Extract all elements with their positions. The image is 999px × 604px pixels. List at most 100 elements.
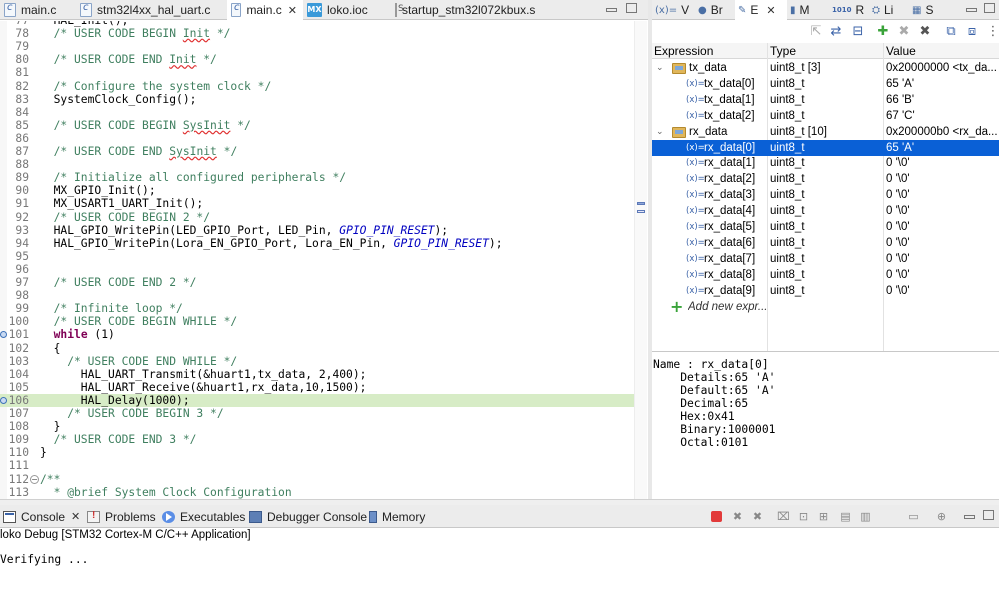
code-line[interactable]: 95	[0, 250, 634, 263]
overview-marker[interactable]	[637, 210, 645, 213]
column-value[interactable]: Value	[886, 43, 916, 59]
expression-value[interactable]: 0 '\0'	[886, 171, 998, 187]
display-console-icon[interactable]: ▭	[907, 510, 920, 523]
expression-child-row[interactable]: (x)= rx_data[6] uint8_t 0 '\0'	[652, 235, 999, 251]
export-icon[interactable]: ⧈	[965, 25, 979, 39]
scroll-lock-icon[interactable]: ⊡	[797, 510, 810, 523]
code-line[interactable]: 80 /* USER CODE END Init */	[0, 53, 634, 66]
add-expression-row[interactable]: + Add new expr...	[652, 298, 999, 315]
expression-child-row[interactable]: (x)= rx_data[5] uint8_t 0 '\0'	[652, 219, 999, 235]
console-tab[interactable]: Memory	[369, 505, 425, 528]
expression-child-row[interactable]: (x)= tx_data[2] uint8_t 67 'C'	[652, 108, 999, 124]
code-line[interactable]: 112−/**	[0, 473, 634, 486]
view-tab[interactable]: ⛭ Li	[869, 0, 909, 20]
code-line[interactable]: 96	[0, 263, 634, 276]
expression-value[interactable]: 67 'C'	[886, 108, 998, 124]
maximize-console-button[interactable]	[983, 510, 994, 520]
code-line[interactable]: 91 MX_USART1_UART_Init();	[0, 197, 634, 210]
collapse-icon[interactable]: ⇱	[809, 25, 823, 39]
expression-value[interactable]: 0 '\0'	[886, 155, 998, 171]
code-line[interactable]: 83 SystemClock_Config();	[0, 93, 634, 106]
expression-child-row[interactable]: (x)= rx_data[7] uint8_t 0 '\0'	[652, 251, 999, 267]
editor-tab[interactable]: startup_stm32l072kbux.s	[391, 0, 541, 20]
code-line[interactable]: 90 MX_GPIO_Init();	[0, 184, 634, 197]
minimize-editor-button[interactable]	[606, 8, 617, 12]
collapse-all-icon[interactable]: ⊟	[851, 25, 865, 39]
editor-tab[interactable]: main.c	[0, 0, 76, 20]
view-tab[interactable]: ▮ M	[787, 0, 829, 20]
close-icon[interactable]: ✕	[71, 510, 80, 523]
console-tab[interactable]: Console ✕	[3, 505, 80, 528]
code-line[interactable]: 88	[0, 158, 634, 171]
expression-child-row[interactable]: (x)= tx_data[1] uint8_t 66 'B'	[652, 92, 999, 108]
fold-icon[interactable]: −	[30, 474, 39, 484]
code-line[interactable]: 78 /* USER CODE BEGIN Init */	[0, 27, 634, 40]
open-console-icon[interactable]: ⊕	[935, 510, 948, 523]
code-line[interactable]: 106 HAL_Delay(1000);	[0, 393, 634, 407]
expression-child-row[interactable]: (x)= rx_data[4] uint8_t 0 '\0'	[652, 203, 999, 219]
expression-value[interactable]: 0x20000000 <tx_da...	[886, 60, 998, 76]
code-line[interactable]: 98	[0, 289, 634, 302]
code-line[interactable]: 81	[0, 66, 634, 79]
column-expression[interactable]: Expression	[654, 43, 713, 59]
expression-child-row[interactable]: (x)= tx_data[0] uint8_t 65 'A'	[652, 76, 999, 92]
word-wrap-icon[interactable]: ⊞	[817, 510, 830, 523]
expression-child-row[interactable]: (x)= rx_data[1] uint8_t 0 '\0'	[652, 155, 999, 171]
expression-child-row[interactable]: (x)= rx_data[0] uint8_t 65 'A'	[652, 139, 999, 156]
code-line[interactable]: 109 /* USER CODE END 3 */	[0, 433, 634, 446]
expression-child-row[interactable]: (x)= rx_data[3] uint8_t 0 '\0'	[652, 187, 999, 203]
remove-all-icon[interactable]: ✖	[918, 25, 932, 39]
code-line[interactable]: 104 HAL_UART_Transmit(&huart1,tx_data, 2…	[0, 368, 634, 381]
details-pane[interactable]: Name : rx_data[0] Details:65 'A' Default…	[652, 353, 999, 499]
console-tab[interactable]: Problems	[87, 505, 156, 528]
code-line[interactable]: 102 {	[0, 342, 634, 355]
expression-value[interactable]: 0 '\0'	[886, 267, 998, 283]
view-menu-icon[interactable]: ⋮	[986, 25, 999, 39]
expression-value[interactable]: 65 'A'	[886, 140, 998, 156]
expression-value[interactable]: 0 '\0'	[886, 219, 998, 235]
minimize-view-button[interactable]	[966, 8, 977, 12]
add-expression-icon[interactable]: ✚	[876, 25, 890, 39]
remove-all-icon[interactable]: ✖	[751, 510, 764, 523]
expression-value[interactable]: 0x200000b0 <rx_da...	[886, 124, 998, 140]
clear-console-icon[interactable]: ⌧	[777, 510, 790, 523]
code-line[interactable]: 85 /* USER CODE BEGIN SysInit */	[0, 119, 634, 132]
expression-child-row[interactable]: (x)= rx_data[8] uint8_t 0 '\0'	[652, 267, 999, 283]
code-line[interactable]: 113 * @brief System Clock Configuration	[0, 486, 634, 499]
editor-tab[interactable]: MX loko.ioc	[303, 0, 391, 20]
maximize-editor-button[interactable]	[626, 3, 637, 13]
view-tab[interactable]: 1010 R	[829, 0, 869, 20]
code-line[interactable]: 110}	[0, 446, 634, 459]
code-line[interactable]: 77 HAL_Init();	[0, 21, 634, 27]
overview-marker[interactable]	[637, 202, 645, 205]
close-icon[interactable]: ✕	[766, 4, 775, 17]
view-tab[interactable]: (x)= V	[652, 0, 695, 20]
column-type[interactable]: Type	[770, 43, 796, 59]
overview-ruler[interactable]	[634, 21, 647, 499]
code-line[interactable]: 89 /* Initialize all configured peripher…	[0, 171, 634, 184]
code-line[interactable]: 99 /* Infinite loop */	[0, 302, 634, 315]
code-line[interactable]: 107 /* USER CODE BEGIN 3 */	[0, 407, 634, 420]
code-line[interactable]: 82 /* Configure the system clock */	[0, 80, 634, 93]
code-line[interactable]: 94 HAL_GPIO_WritePin(Lora_EN_GPIO_Port, …	[0, 237, 634, 250]
expression-value[interactable]: 0 '\0'	[886, 235, 998, 251]
expression-value[interactable]: 0 '\0'	[886, 283, 998, 299]
remove-launch-icon[interactable]: ✖	[731, 510, 744, 523]
expression-row[interactable]: ⌄ tx_data uint8_t [3] 0x20000000 <tx_da...	[652, 60, 999, 76]
code-line[interactable]: 108 }	[0, 420, 634, 433]
expression-value[interactable]: 65 'A'	[886, 76, 998, 92]
chevron-down-icon[interactable]: ⌄	[656, 60, 664, 76]
link-icon[interactable]: ⇄	[829, 25, 843, 39]
close-icon[interactable]: ✕	[288, 4, 297, 17]
code-line[interactable]: 97 /* USER CODE END 2 */	[0, 276, 634, 289]
expression-value[interactable]: 0 '\0'	[886, 251, 998, 267]
view-tab[interactable]: ▦ S	[909, 0, 954, 20]
minimize-console-button[interactable]	[964, 515, 975, 519]
view-tab[interactable]: ✎ E ✕	[735, 0, 787, 20]
expression-child-row[interactable]: (x)= rx_data[9] uint8_t 0 '\0'	[652, 283, 999, 299]
code-line[interactable]: 93 HAL_GPIO_WritePin(LED_GPIO_Port, LED_…	[0, 224, 634, 237]
new-monitor-icon[interactable]: ⧉	[944, 25, 958, 39]
editor-tab[interactable]: stm32l4xx_hal_uart.c	[76, 0, 227, 20]
code-line[interactable]: 103 /* USER CODE END WHILE */	[0, 355, 634, 368]
view-tab[interactable]: ● Br	[695, 0, 735, 20]
